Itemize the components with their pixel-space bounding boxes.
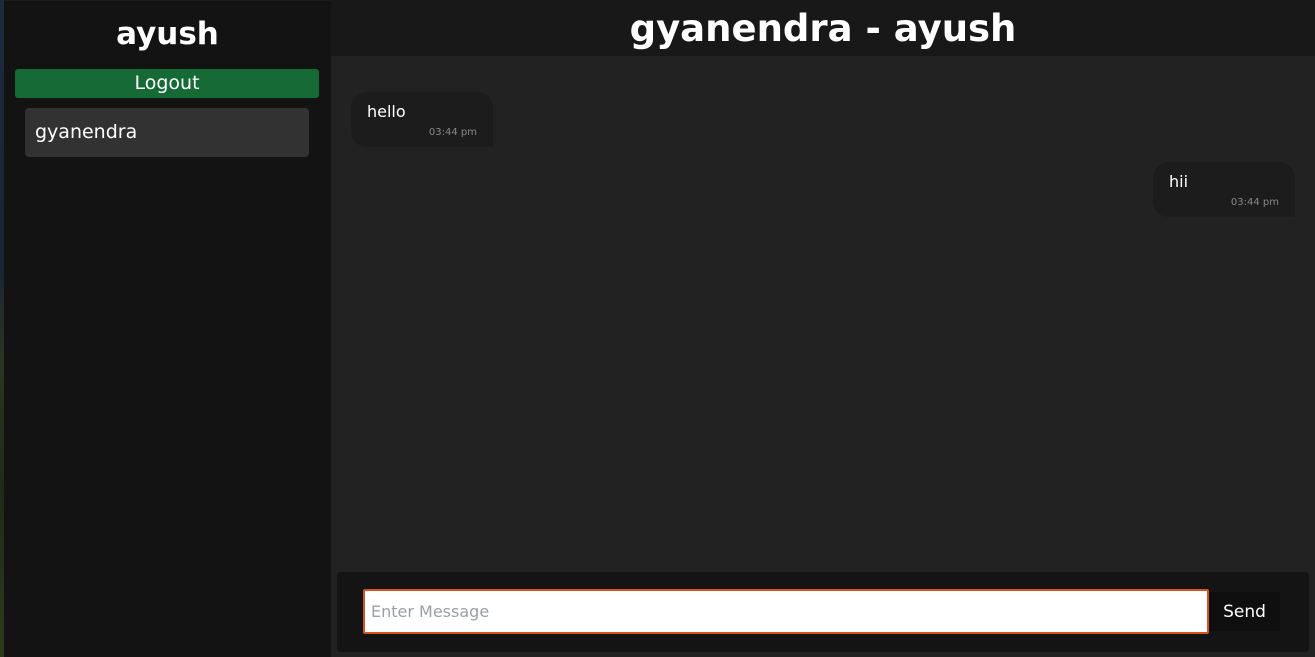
contact-item-gyanendra[interactable]: gyanendra <box>25 108 309 157</box>
message-timestamp: 03:44 pm <box>428 127 477 138</box>
message-composer: Send <box>337 572 1309 652</box>
chat-title: gyanendra - ayush <box>331 0 1315 56</box>
message-text: hii <box>1169 172 1189 191</box>
message-text: hello <box>367 102 406 121</box>
current-username: ayush <box>116 16 219 52</box>
logout-button[interactable]: Logout <box>15 69 319 98</box>
send-button[interactable]: Send <box>1209 592 1280 631</box>
message-timestamp: 03:44 pm <box>1230 197 1279 208</box>
message-received: hello 03:44 pm <box>351 92 493 147</box>
sidebar: ayush Logout gyanendra <box>4 1 331 657</box>
message-sent: hii 03:44 pm <box>1153 162 1295 217</box>
message-input[interactable] <box>363 589 1209 634</box>
chat-panel: gyanendra - ayush hello 03:44 pm hii 03:… <box>331 0 1315 657</box>
chat-app: ayush Logout gyanendra gyanendra - ayush… <box>0 0 1315 657</box>
